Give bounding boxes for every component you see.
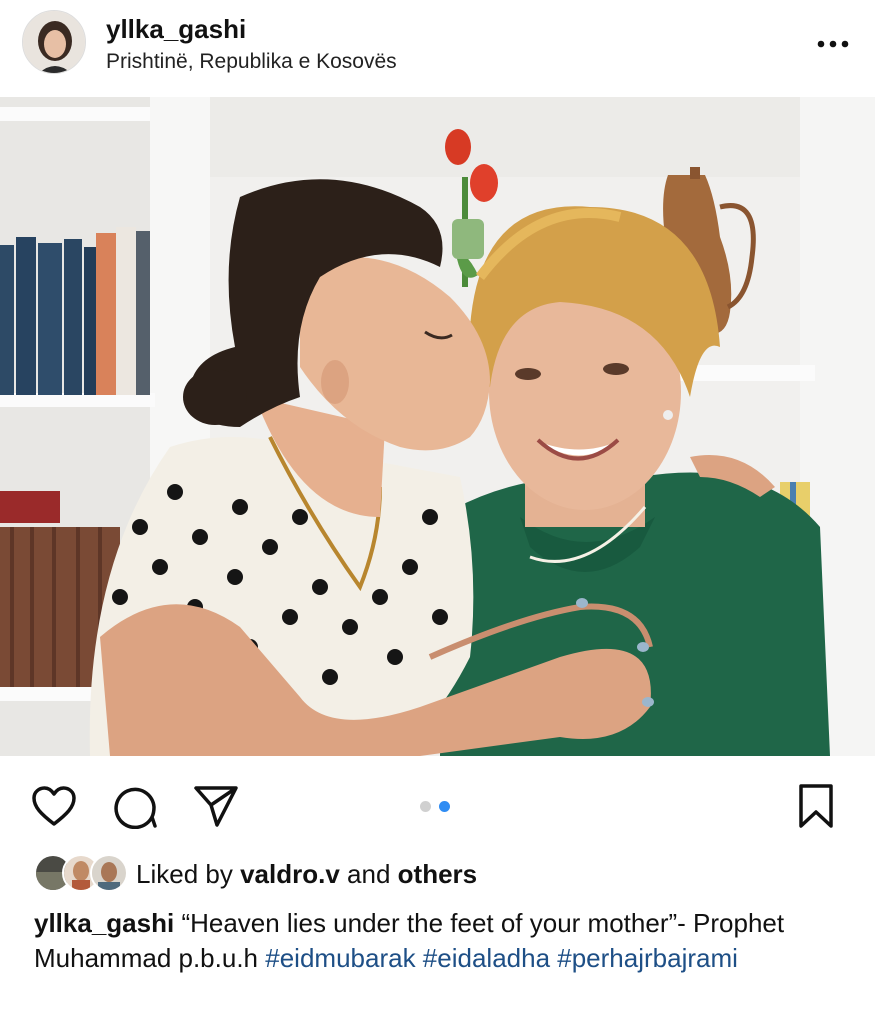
carousel-dot-active bbox=[439, 801, 450, 812]
heart-icon[interactable] bbox=[30, 782, 78, 830]
liker-username[interactable]: valdro.v bbox=[240, 859, 340, 889]
likes-others-link[interactable]: others bbox=[398, 859, 477, 889]
hashtag-link[interactable]: #perhajrbajrami bbox=[557, 943, 738, 973]
post-location[interactable]: Prishtinë, Republika e Kosovës bbox=[106, 50, 397, 74]
more-horizontal-icon[interactable] bbox=[813, 24, 853, 64]
caption-username[interactable]: yllka_gashi bbox=[34, 908, 174, 938]
carousel-dot bbox=[420, 801, 431, 812]
likes-joiner: and bbox=[347, 859, 391, 889]
post-caption: yllka_gashi “Heaven lies under the feet … bbox=[34, 906, 854, 976]
liker-avatars bbox=[34, 854, 128, 892]
profile-avatar[interactable] bbox=[22, 10, 86, 74]
liker-avatar bbox=[90, 854, 128, 892]
hashtag-link[interactable]: #eidmubarak bbox=[265, 943, 415, 973]
likes-row[interactable]: Liked by valdro.v and others bbox=[0, 852, 875, 896]
carousel-indicator bbox=[420, 801, 450, 812]
bookmark-icon[interactable] bbox=[792, 782, 840, 830]
post-header: yllka_gashi Prishtinë, Republika e Kosov… bbox=[0, 0, 875, 97]
action-bar bbox=[0, 768, 875, 838]
send-icon[interactable] bbox=[192, 782, 240, 830]
comment-icon[interactable] bbox=[111, 782, 159, 830]
likes-summary: Liked by valdro.v and others bbox=[136, 859, 477, 890]
post-photo[interactable] bbox=[0, 97, 875, 756]
likes-prefix: Liked by bbox=[136, 859, 233, 889]
hashtag-link[interactable]: #eidaladha bbox=[423, 943, 550, 973]
post-username[interactable]: yllka_gashi bbox=[106, 14, 246, 45]
